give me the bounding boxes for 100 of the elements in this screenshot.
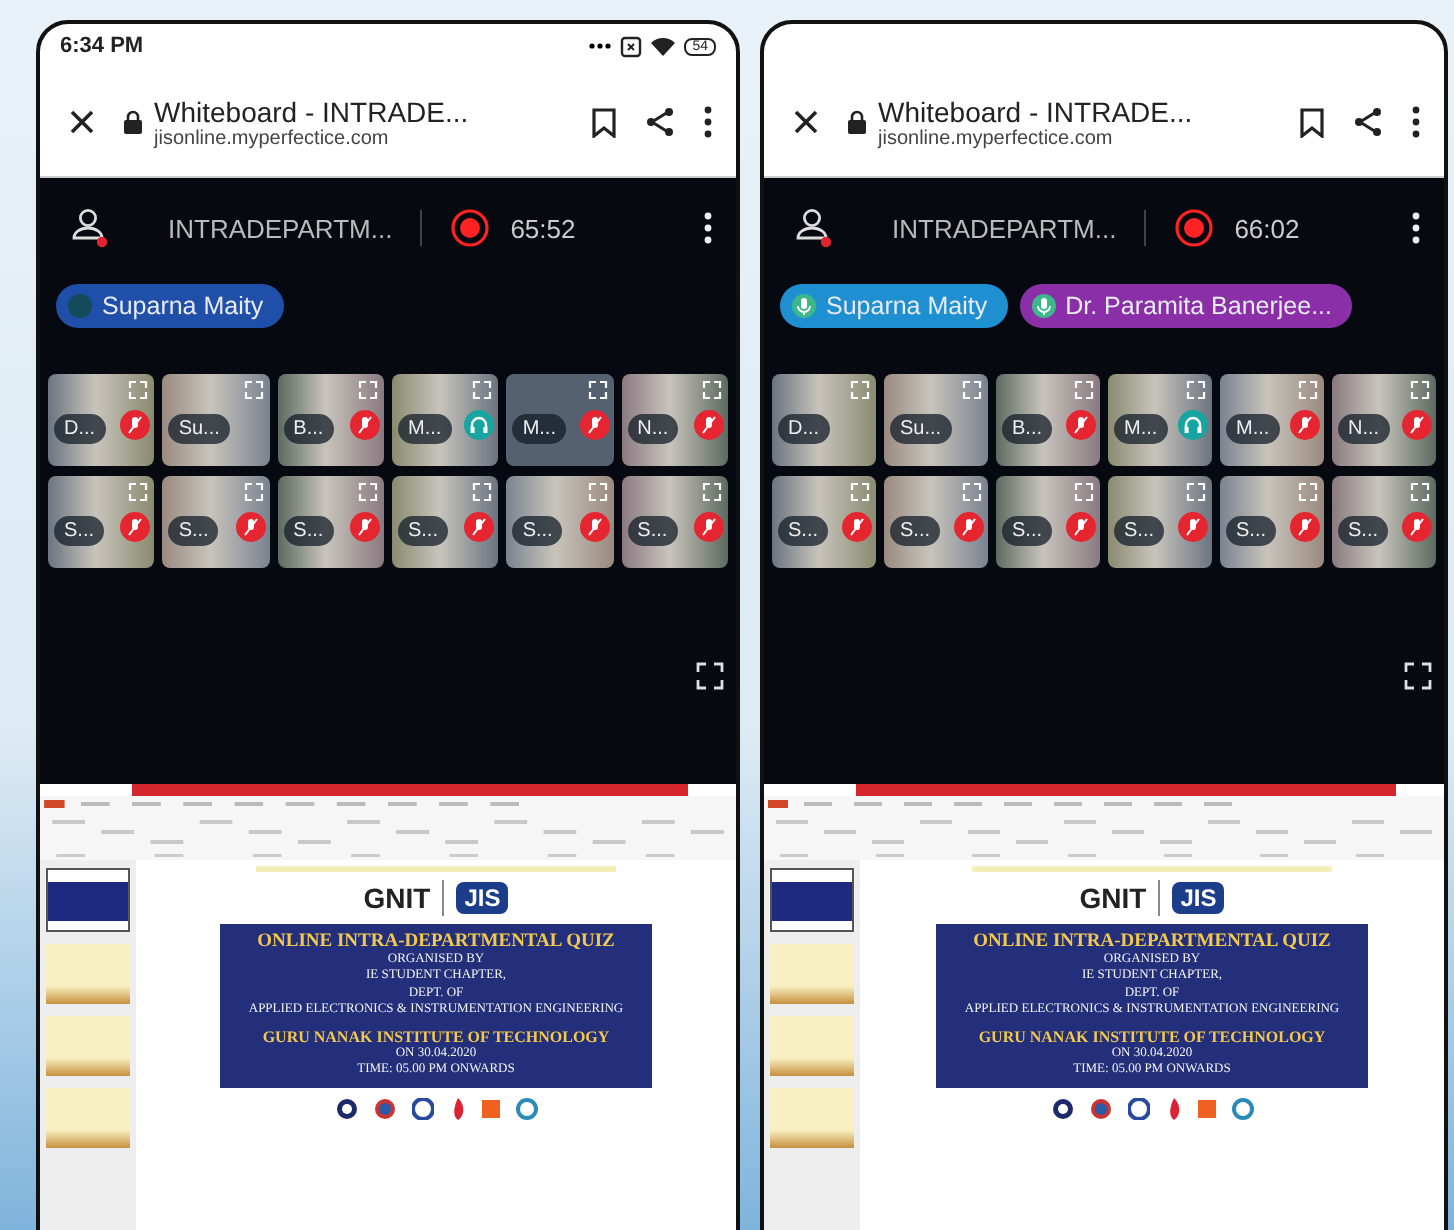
participant-name: D... — [54, 414, 106, 444]
video-tile[interactable]: S... — [48, 476, 155, 568]
speaker-chip: Dr. Paramita Banerjee... — [1019, 284, 1353, 328]
video-tile[interactable]: S... — [621, 476, 728, 568]
participant-name: M... — [512, 414, 566, 444]
video-tile[interactable]: S... — [1332, 476, 1436, 568]
participant-name: D... — [778, 414, 830, 444]
participant-name: M... — [397, 414, 452, 444]
video-tile[interactable]: S... — [162, 476, 270, 568]
video-tile[interactable]: B... — [996, 374, 1100, 466]
meeting-timer: 65:52 — [510, 213, 576, 243]
bookmark-icon[interactable] — [1300, 107, 1324, 137]
participants-icon[interactable] — [796, 208, 832, 248]
speaker-chip: Suparna Maity — [780, 284, 1008, 328]
square-icon — [481, 1099, 499, 1118]
video-tile[interactable]: D... — [48, 374, 155, 466]
emblem-icon — [373, 1097, 395, 1120]
lock-icon — [848, 110, 866, 134]
meeting-timer: 66:02 — [1234, 213, 1300, 243]
video-tile[interactable]: S... — [996, 476, 1100, 568]
participant-name: S... — [283, 516, 334, 546]
menu-icon[interactable] — [704, 212, 712, 244]
sim-icon — [620, 35, 643, 57]
participant-name: S... — [1114, 516, 1165, 546]
video-tile[interactable]: N... — [621, 374, 728, 466]
participant-name: Su... — [168, 414, 230, 444]
participant-name: B... — [1002, 414, 1053, 444]
video-tile[interactable]: Su... — [162, 374, 270, 466]
meeting-title: INTRADEPARTM... — [168, 213, 393, 243]
page-title: Whiteboard - INTRADE... — [154, 95, 471, 127]
page-title: Whiteboard - INTRADE... — [878, 95, 1195, 127]
slide-thumbnail[interactable] — [46, 944, 130, 1004]
video-tile[interactable]: M... — [1220, 374, 1324, 466]
flame-icon — [1165, 1097, 1181, 1120]
slide-thumbnail[interactable] — [46, 1088, 130, 1148]
close-icon[interactable] — [792, 108, 820, 136]
share-icon[interactable] — [644, 106, 676, 138]
video-tile[interactable]: S... — [1108, 476, 1212, 568]
video-tile[interactable]: S... — [1220, 476, 1324, 568]
participants-icon[interactable] — [72, 208, 108, 248]
video-tile[interactable]: N... — [1332, 374, 1436, 466]
emblem-icon — [1089, 1097, 1111, 1120]
participant-name: S... — [1338, 516, 1389, 546]
participant-name: S... — [397, 516, 448, 546]
logo-text: GNIT — [1079, 882, 1147, 914]
lock-icon — [124, 110, 142, 134]
emblem-icon — [1051, 1097, 1073, 1120]
slide-heading: GURU NANAK INSTITUTE OF TECHNOLOGY — [978, 1027, 1326, 1046]
meeting-title: INTRADEPARTM... — [892, 213, 1117, 243]
logo-text: GNIT — [363, 882, 431, 914]
logo-text: JIS — [456, 882, 509, 914]
participant-name: N... — [1338, 414, 1390, 444]
participant-name: S... — [54, 516, 105, 546]
video-tile[interactable]: S... — [884, 476, 988, 568]
video-tile[interactable]: S... — [772, 476, 876, 568]
participant-name: S... — [627, 516, 678, 546]
participant-name: M... — [1226, 414, 1280, 444]
menu-icon[interactable] — [704, 106, 712, 138]
video-tile[interactable]: D... — [772, 374, 876, 466]
close-icon[interactable] — [68, 108, 96, 136]
more-dots-icon — [588, 40, 613, 52]
participant-name: Su... — [890, 414, 952, 444]
record-icon[interactable] — [450, 208, 491, 248]
expand-icon[interactable] — [1404, 662, 1432, 690]
participant-name: S... — [1226, 516, 1277, 546]
menu-icon[interactable] — [1412, 106, 1420, 138]
slide-heading: ONLINE INTRA-DEPARTMENTAL QUIZ — [973, 932, 1331, 952]
participant-name: S... — [512, 516, 563, 546]
record-icon[interactable] — [1174, 208, 1215, 248]
square-icon — [1197, 1099, 1215, 1118]
video-tile[interactable]: M... — [1108, 374, 1212, 466]
wifi-icon — [650, 35, 677, 57]
video-tile[interactable]: S... — [391, 476, 499, 568]
emblem-icon — [335, 1097, 357, 1120]
video-tile[interactable]: S... — [277, 476, 384, 568]
share-icon[interactable] — [1352, 106, 1384, 138]
slide-thumbnail[interactable] — [770, 1088, 854, 1148]
expand-icon[interactable] — [696, 662, 724, 690]
page-url: jisonline.myperfectice.com — [154, 127, 391, 149]
flame-icon — [449, 1097, 465, 1120]
video-tile[interactable]: S... — [506, 476, 614, 568]
participant-tile[interactable]: M... — [506, 374, 614, 466]
video-tile[interactable]: B... — [277, 374, 384, 466]
slide-thumbnail[interactable] — [770, 868, 854, 932]
slide-thumbnail[interactable] — [770, 944, 854, 1004]
menu-icon[interactable] — [1412, 212, 1420, 244]
emblem-icon — [1231, 1097, 1253, 1120]
slide-thumbnail[interactable] — [770, 1016, 854, 1076]
logo-text: JIS — [1172, 882, 1225, 914]
page-url: jisonline.myperfectice.com — [878, 127, 1115, 149]
slide-thumbnail[interactable] — [46, 1016, 130, 1076]
video-tile[interactable]: M... — [391, 374, 499, 466]
emblem-icon — [1127, 1097, 1149, 1120]
speaker-chip: Suparna Maity — [56, 284, 284, 328]
slide-heading: ONLINE INTRA-DEPARTMENTAL QUIZ — [257, 932, 615, 952]
slide-thumbnail[interactable] — [46, 868, 130, 932]
bookmark-icon[interactable] — [592, 107, 616, 137]
emblem-icon — [515, 1097, 537, 1120]
participant-name: S... — [168, 516, 219, 546]
video-tile[interactable]: Su... — [884, 374, 988, 466]
